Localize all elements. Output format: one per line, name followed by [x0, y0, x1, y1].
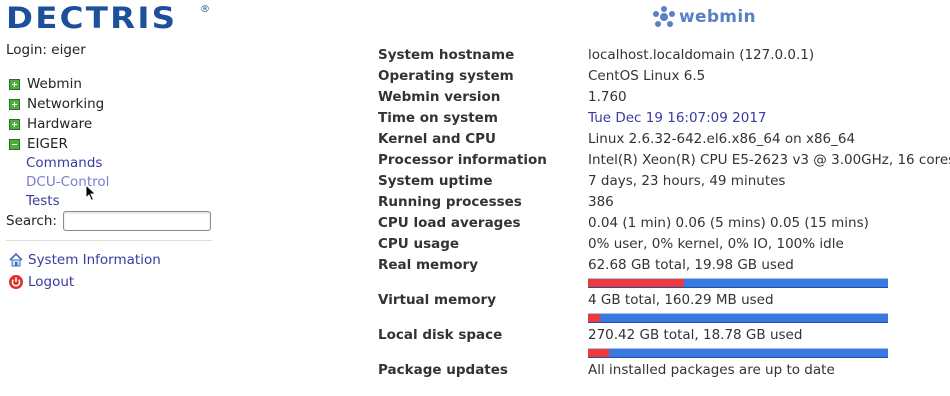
category-networking[interactable]: Networking: [9, 95, 104, 113]
row-label: System uptime: [378, 173, 493, 189]
row-label: Webmin version: [378, 89, 501, 105]
webmin-logo-text: webmin: [679, 7, 756, 27]
search-input[interactable]: [62, 211, 211, 231]
row-label: Real memory: [378, 257, 479, 273]
menu-item-commands[interactable]: Commands: [26, 155, 102, 171]
row-label: Package updates: [378, 362, 508, 378]
row-label: Operating system: [378, 68, 514, 84]
menu-item-tests[interactable]: Tests: [26, 193, 60, 209]
category-label: EIGER: [27, 136, 68, 152]
row-label: Virtual memory: [378, 292, 497, 308]
row-value: Linux 2.6.32-642.el6.x86_64 on x86_64: [588, 131, 856, 147]
row-value: 386: [588, 194, 614, 210]
system-information-link[interactable]: System Information: [8, 252, 161, 268]
usage-bar-used: [588, 279, 684, 287]
usage-bar-used: [588, 349, 609, 357]
expand-plus-icon[interactable]: [9, 78, 20, 90]
category-label: Hardware: [27, 116, 93, 132]
row-label: Time on system: [378, 110, 498, 126]
virtual-memory-usage-bar: [588, 313, 888, 323]
logout-link[interactable]: Logout: [8, 274, 74, 290]
search-row: Search:: [6, 211, 211, 231]
collapse-minus-icon[interactable]: [9, 138, 20, 150]
row-label: Local disk space: [378, 327, 503, 343]
webmin-spider-icon: [653, 6, 675, 27]
logo-text: DECTRIS: [6, 1, 178, 35]
webmin-logo: webmin: [652, 5, 756, 29]
home-icon: [9, 252, 23, 267]
system-time-link[interactable]: Tue Dec 19 16:07:09 2017: [588, 110, 767, 126]
row-label: Processor information: [378, 152, 547, 168]
category-label: Networking: [27, 96, 105, 112]
usage-bar-used: [588, 314, 600, 322]
row-value: 4 GB total, 160.29 MB used: [588, 292, 774, 308]
system-information-label: System Information: [28, 252, 161, 268]
category-webmin[interactable]: Webmin: [9, 75, 82, 93]
row-value: localhost.localdomain (127.0.0.1): [588, 47, 815, 63]
mouse-pointer-icon: [85, 184, 97, 202]
row-value: Intel(R) Xeon(R) CPU E5-2623 v3 @ 3.00GH…: [588, 152, 950, 168]
dectris-logo: DECTRIS ®: [6, 2, 210, 34]
row-label: Kernel and CPU: [378, 131, 496, 147]
logout-label: Logout: [28, 274, 75, 290]
local-disk-usage-bar: [588, 348, 888, 358]
expand-plus-icon[interactable]: [9, 98, 20, 110]
row-label: CPU load averages: [378, 215, 521, 231]
left-menu-frame: DECTRIS ® Login: eiger Webmin Networking…: [0, 0, 220, 396]
category-hardware[interactable]: Hardware: [9, 115, 92, 133]
row-label: Running processes: [378, 194, 522, 210]
row-label: CPU usage: [378, 236, 460, 252]
row-value: 270.42 GB total, 18.78 GB used: [588, 327, 803, 343]
expand-plus-icon[interactable]: [9, 118, 20, 130]
power-icon: [9, 275, 23, 289]
category-eiger[interactable]: EIGER: [9, 135, 68, 153]
row-value: All installed packages are up to date: [588, 362, 835, 378]
row-value: 62.68 GB total, 19.98 GB used: [588, 257, 794, 273]
row-value: 0% user, 0% kernel, 0% IO, 100% idle: [588, 236, 844, 252]
row-value: CentOS Linux 6.5: [588, 68, 706, 84]
registered-mark: ®: [200, 4, 210, 15]
row-value: 0.04 (1 min) 0.06 (5 mins) 0.05 (15 mins…: [588, 215, 869, 231]
row-value: 1.760: [588, 89, 627, 105]
real-memory-usage-bar: [588, 278, 888, 288]
row-value: 7 days, 23 hours, 49 minutes: [588, 173, 786, 189]
login-label: Login: eiger: [6, 42, 86, 58]
menu-divider: [6, 240, 212, 241]
row-label: System hostname: [378, 47, 515, 63]
search-label: Search:: [6, 213, 57, 229]
category-label: Webmin: [27, 76, 82, 92]
